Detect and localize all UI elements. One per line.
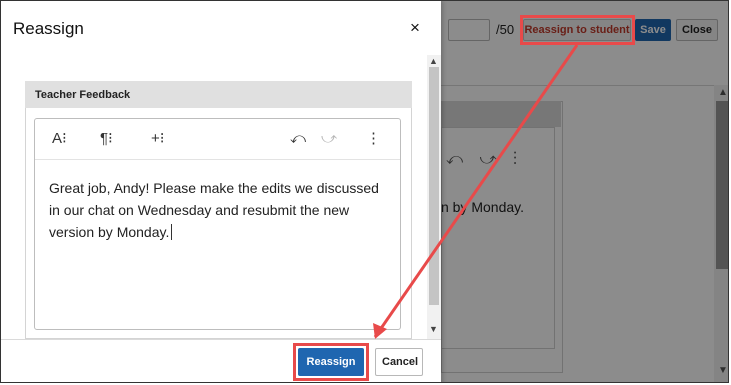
modal-header: Reassign × (1, 1, 441, 56)
modal-title: Reassign (13, 19, 84, 38)
text-caret (171, 224, 173, 240)
redo-icon[interactable]: ⤻ (321, 131, 337, 146)
scroll-up-icon[interactable]: ▲ (429, 56, 438, 66)
teacher-feedback-label: Teacher Feedback (35, 89, 131, 101)
paragraph-format-icon[interactable]: ¶⁝ (100, 131, 113, 146)
close-icon[interactable]: × (410, 19, 420, 36)
reassign-button[interactable]: Reassign (298, 348, 364, 376)
more-options-icon[interactable]: ⋮ (366, 131, 381, 146)
modal-overlay (441, 1, 728, 382)
cancel-button[interactable]: Cancel (375, 348, 423, 376)
scroll-down-icon[interactable]: ▼ (429, 324, 438, 334)
insert-icon[interactable]: +⁝ (151, 131, 165, 146)
font-format-icon[interactable]: A⁝ (52, 131, 67, 146)
modal-scrollbar-thumb[interactable] (429, 67, 439, 305)
feedback-text-area[interactable]: Great job, Andy! Please make the edits w… (49, 177, 384, 243)
undo-icon[interactable]: ⤺ (290, 131, 306, 146)
feedback-text: Great job, Andy! Please make the edits w… (49, 180, 379, 240)
reassign-modal: Reassign × ▲ ▼ Teacher Feedback A⁝ ¶⁝ +⁝… (1, 1, 441, 382)
screenshot-frame: /50 Reassign to student Save Close ⤺ ⤻ ⋮… (0, 0, 729, 383)
editor-toolbar (35, 119, 400, 160)
